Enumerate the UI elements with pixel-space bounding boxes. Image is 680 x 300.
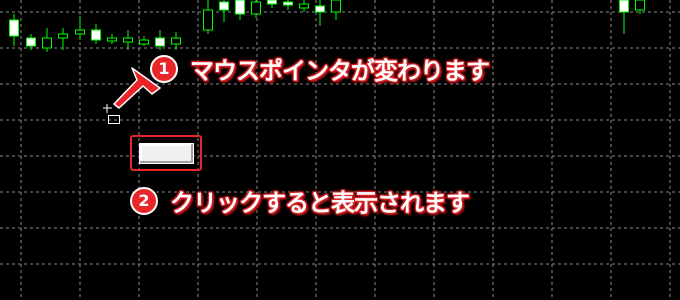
candle-body bbox=[107, 37, 117, 42]
candle-body bbox=[26, 37, 36, 47]
candle-body bbox=[9, 19, 19, 37]
step-1-badge: 1 bbox=[150, 54, 178, 83]
candlestick-series bbox=[9, 0, 645, 52]
candle-body bbox=[139, 39, 149, 45]
candle-body bbox=[251, 1, 261, 15]
candle-body bbox=[283, 1, 293, 6]
candle-body bbox=[219, 1, 229, 11]
candle-body bbox=[91, 29, 101, 41]
candle-body bbox=[331, 0, 341, 13]
candle-body bbox=[171, 37, 181, 45]
candle-body bbox=[58, 33, 68, 39]
candle-body bbox=[235, 0, 245, 15]
step-1-text: マウスポインタが変わります bbox=[190, 57, 490, 85]
step-2-badge: 2 bbox=[130, 186, 158, 215]
step-2-text: クリックすると表示されます bbox=[170, 189, 470, 217]
candle-body bbox=[123, 37, 133, 43]
candle-body bbox=[75, 29, 85, 35]
price-chart[interactable] bbox=[0, 0, 680, 300]
candle-body bbox=[299, 3, 309, 9]
candle-body bbox=[315, 5, 325, 13]
candle-body bbox=[635, 0, 645, 11]
chart-button-object[interactable] bbox=[139, 143, 194, 164]
step-2-callout: 2 クリックすると表示されます bbox=[130, 183, 470, 218]
step-1-callout: 1 マウスポインタが変わります bbox=[150, 51, 490, 86]
candle-body bbox=[203, 9, 213, 31]
candle-body bbox=[619, 0, 629, 13]
candle-body bbox=[155, 37, 165, 47]
chart-grid bbox=[0, 0, 680, 300]
candle-body bbox=[42, 37, 52, 49]
candle-body bbox=[267, 0, 277, 5]
